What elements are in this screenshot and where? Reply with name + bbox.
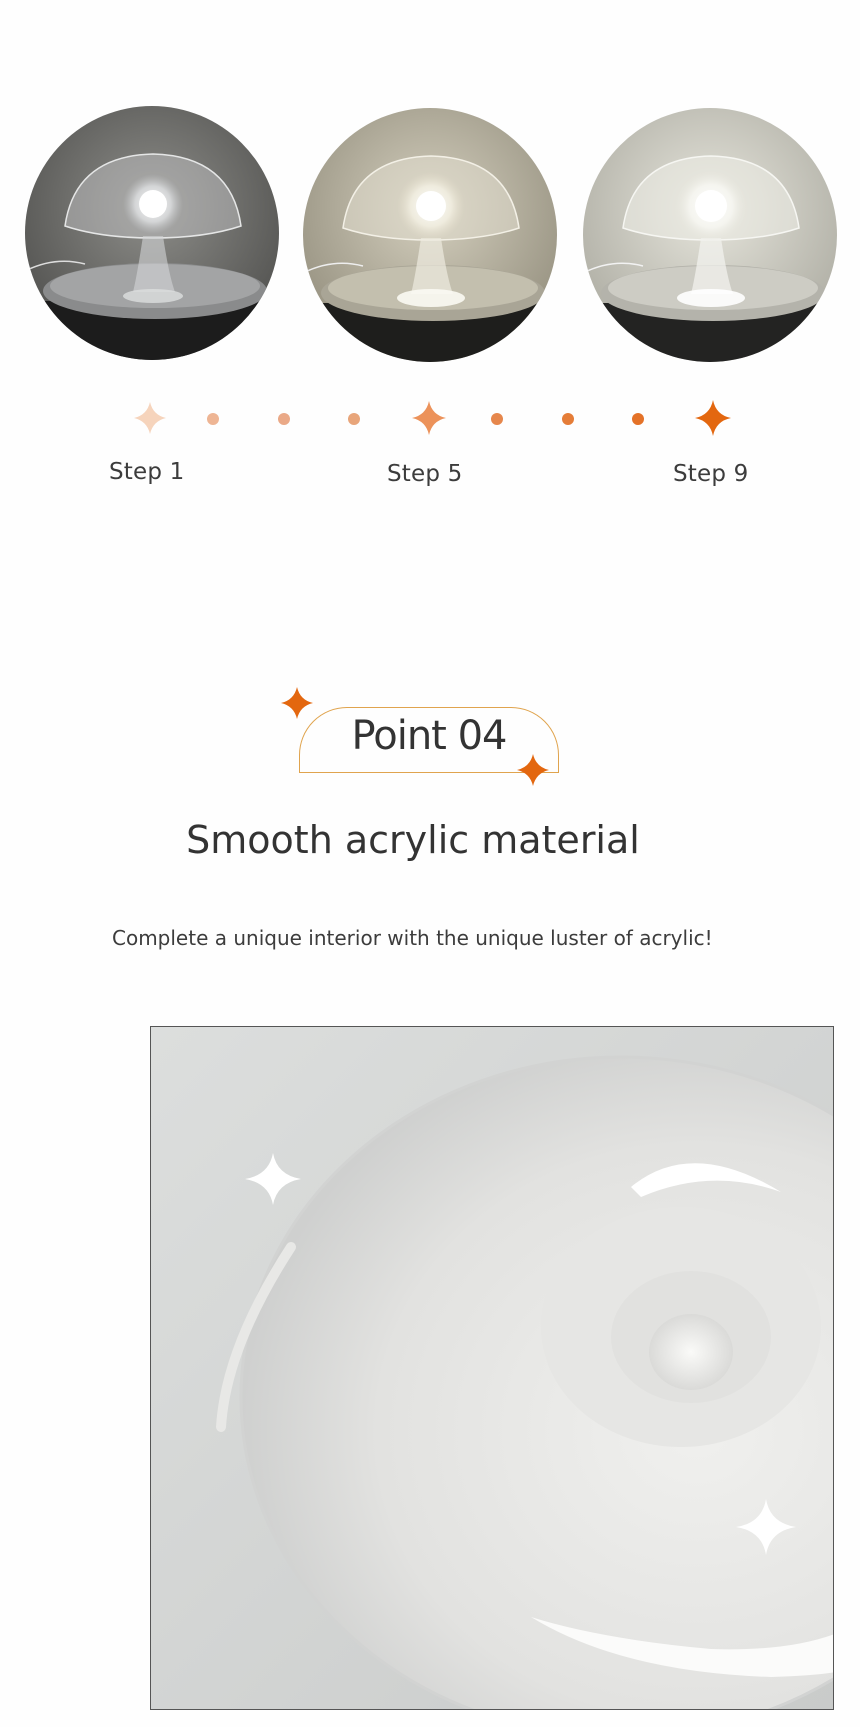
step-6-dot — [491, 413, 503, 425]
step-5-star-icon — [412, 401, 446, 435]
step-7-dot — [562, 413, 574, 425]
sparkle-star-icon — [517, 754, 549, 786]
subline: Complete a unique interior with the uniq… — [112, 926, 713, 950]
step-1-label: Step 1 — [109, 459, 185, 485]
lamp-photo-step-5 — [303, 108, 557, 362]
step-8-dot — [632, 413, 644, 425]
point-badge: Point 04 — [281, 687, 559, 786]
step-1-star-icon — [134, 402, 166, 434]
lamp-photo-step-9 — [583, 108, 837, 362]
acrylic-closeup-photo — [150, 1026, 834, 1710]
step-9-star-icon — [695, 400, 731, 436]
step-3-dot — [278, 413, 290, 425]
step-4-dot — [348, 413, 360, 425]
lamp-photo-step-1 — [25, 106, 279, 360]
sparkle-star-icon — [281, 687, 313, 719]
step-2-dot — [207, 413, 219, 425]
step-9-label: Step 9 — [673, 461, 749, 487]
dimming-steps — [134, 400, 731, 436]
step-5-label: Step 5 — [387, 461, 463, 487]
headline: Smooth acrylic material — [186, 818, 640, 862]
